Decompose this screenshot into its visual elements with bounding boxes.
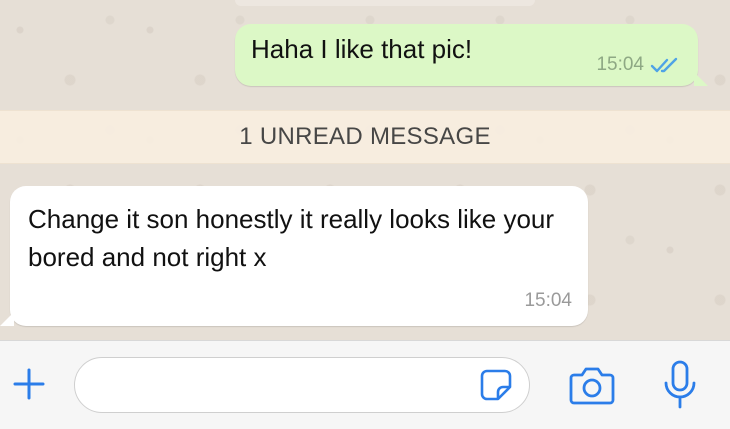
outgoing-message-time: 15:04 [596,54,644,75]
incoming-message-bubble[interactable]: Change it son honestly it really looks l… [0,186,588,326]
unread-banner-text: 1 UNREAD MESSAGE [239,123,491,150]
sticker-icon[interactable] [479,368,513,402]
outgoing-message-meta: 15:04 [596,54,682,76]
microphone-icon[interactable] [660,359,700,411]
incoming-message-text: Change it son honestly it really looks l… [28,204,555,272]
camera-icon[interactable] [568,363,616,407]
attach-button[interactable] [10,365,48,403]
plus-icon [13,368,45,400]
outgoing-message-bubble[interactable]: Haha I like that pic! 15:04 [235,24,708,86]
message-composer [0,340,730,429]
outgoing-message-text: Haha I like that pic! [251,34,473,64]
previous-message-edge [235,0,535,6]
double-check-icon [650,57,678,73]
incoming-message-time: 15:04 [524,290,572,311]
message-input[interactable] [93,366,477,406]
message-input-field[interactable] [74,357,530,413]
unread-messages-banner: 1 UNREAD MESSAGE [0,110,730,164]
